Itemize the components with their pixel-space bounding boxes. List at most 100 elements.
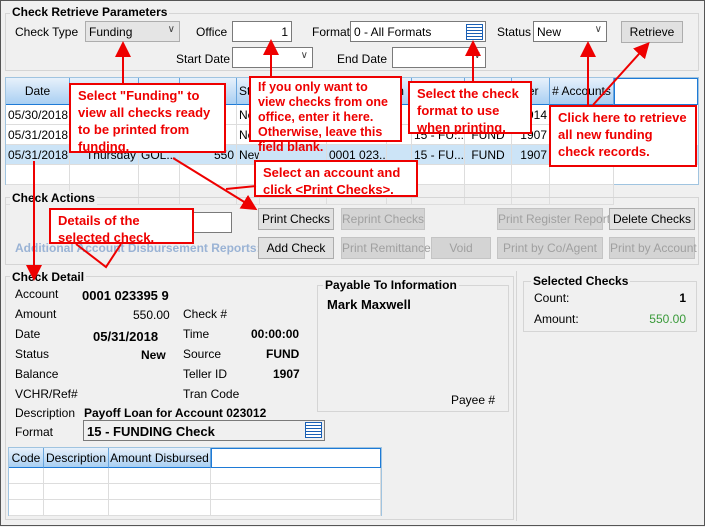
table-cell: 15 - FU... (412, 145, 465, 165)
print-remittance-button[interactable]: Print Remittance (341, 237, 431, 259)
retrieve-button[interactable]: Retrieve (621, 21, 683, 43)
selected-amount-label: Amount: (534, 312, 579, 326)
table-cell: 05/30/2018 (6, 105, 70, 125)
table-cell (9, 484, 44, 500)
table-cell (512, 165, 550, 185)
count-label: Count: (534, 291, 570, 305)
column-header[interactable]: Description (44, 448, 109, 468)
table-cell (109, 484, 211, 500)
check-number-label: Check # (183, 307, 228, 321)
status-label: Status (497, 25, 532, 39)
status-select[interactable]: New ∨ (533, 21, 607, 42)
disbursement-grid[interactable]: Code Description Amount Disbursed (8, 447, 382, 516)
table-cell (109, 500, 211, 516)
selected-checks-title: Selected Checks (531, 274, 631, 288)
format-field[interactable]: 15 - FUNDING Check (83, 420, 325, 441)
table-cell: 1907 (512, 145, 550, 165)
column-header[interactable] (211, 448, 381, 468)
account-value: 0001 023395 9 (82, 288, 169, 303)
check-type-select[interactable]: Funding ∨ (85, 21, 180, 42)
description-value: Payoff Loan for Account 023012 (84, 406, 267, 420)
format-value: 0 - All Formats (354, 25, 432, 39)
time-value: 00:00:00 (251, 327, 300, 341)
office-input[interactable]: 1 (232, 21, 292, 42)
check-detail-title: Check Detail (10, 270, 87, 284)
teller-id-label: Teller ID (183, 367, 228, 381)
table-cell (70, 165, 139, 185)
callout-office: If you only want to view checks from one… (249, 76, 402, 154)
table-cell (550, 165, 614, 185)
format-input[interactable]: 0 - All Formats (350, 21, 486, 42)
count-value: 1 (679, 291, 686, 305)
status-label: Status (15, 347, 50, 361)
office-label: Office (196, 25, 228, 39)
chevron-down-icon: ∨ (300, 50, 308, 61)
end-date-picker[interactable]: ∨ (392, 47, 486, 68)
reprint-checks-button[interactable]: Reprint Checks (341, 208, 425, 230)
selected-amount-value: 550.00 (649, 312, 686, 326)
chevron-down-icon: ∨ (473, 50, 481, 61)
payable-title: Payable To Information (323, 278, 459, 292)
callout-format: Select the check format to use when prin… (408, 81, 532, 135)
time-label: Time (183, 327, 210, 341)
source-value: FUND (266, 347, 300, 361)
table-cell (109, 468, 211, 484)
table-cell (9, 500, 44, 516)
print-by-account-button[interactable]: Print by Account (609, 237, 697, 259)
format-label: Format (15, 425, 54, 439)
table-cell (44, 500, 109, 516)
list-icon[interactable] (466, 24, 483, 40)
format-label: Format (312, 25, 351, 39)
description-label: Description (15, 406, 76, 420)
date-value: 05/31/2018 (93, 329, 159, 344)
table-cell: FUND (465, 145, 512, 165)
status-value: New (141, 348, 166, 362)
column-header[interactable]: Date (6, 78, 70, 105)
table-cell (44, 468, 109, 484)
void-button[interactable]: Void (431, 237, 491, 259)
chevron-down-icon: ∨ (594, 24, 602, 35)
table-cell: 05/31/2018 (6, 125, 70, 145)
callout-retrieve: Click here to retrieve all new funding c… (549, 105, 697, 167)
check-type-label: Check Type (15, 25, 79, 39)
start-date-label: Start Date (176, 52, 231, 66)
table-cell (412, 165, 465, 185)
format-value: 15 - FUNDING Check (87, 424, 215, 439)
print-checks-button[interactable]: Print Checks (258, 208, 334, 230)
add-check-button[interactable]: Add Check (258, 237, 334, 259)
print-by-co-agent-button[interactable]: Print by Co/Agent (497, 237, 603, 259)
table-cell (211, 468, 381, 484)
table-cell (6, 165, 70, 185)
callout-funding: Select "Funding" to view all checks read… (69, 83, 226, 154)
tran-code-label: Tran Code (183, 387, 240, 401)
table-cell (465, 165, 512, 185)
list-icon[interactable] (305, 422, 322, 438)
status-value: New (537, 25, 562, 39)
callout-select-account: Select an account and click <Print Check… (254, 160, 418, 197)
table-cell (211, 500, 381, 516)
column-header[interactable]: Code (9, 448, 44, 468)
column-header-empty (614, 78, 698, 105)
end-date-label: End Date (337, 52, 388, 66)
payee-name: Mark Maxwell (327, 297, 411, 312)
table-cell (139, 165, 180, 185)
amount-label: Amount (15, 307, 57, 321)
column-header[interactable]: Amount Disbursed (109, 448, 211, 468)
delete-checks-button[interactable]: Delete Checks (609, 208, 695, 230)
callout-details: Details of the selected check. (49, 208, 194, 245)
chevron-down-icon: ∨ (167, 24, 175, 35)
table-cell (44, 484, 109, 500)
vchr-ref-label: VCHR/Ref# (15, 387, 78, 401)
table-cell (180, 165, 237, 185)
print-register-report-button[interactable]: Print Register Report (497, 208, 610, 230)
account-label: Account (15, 287, 59, 301)
table-cell (211, 484, 381, 500)
check-type-value: Funding (89, 25, 133, 39)
date-label: Date (15, 327, 41, 341)
start-date-picker[interactable]: ∨ (232, 47, 313, 68)
table-cell (9, 468, 44, 484)
payee-number-label: Payee # (451, 393, 496, 407)
right-panel-divider (516, 271, 517, 521)
column-header[interactable]: # Accounts (550, 78, 614, 105)
params-title: Check Retrieve Parameters (10, 5, 170, 19)
